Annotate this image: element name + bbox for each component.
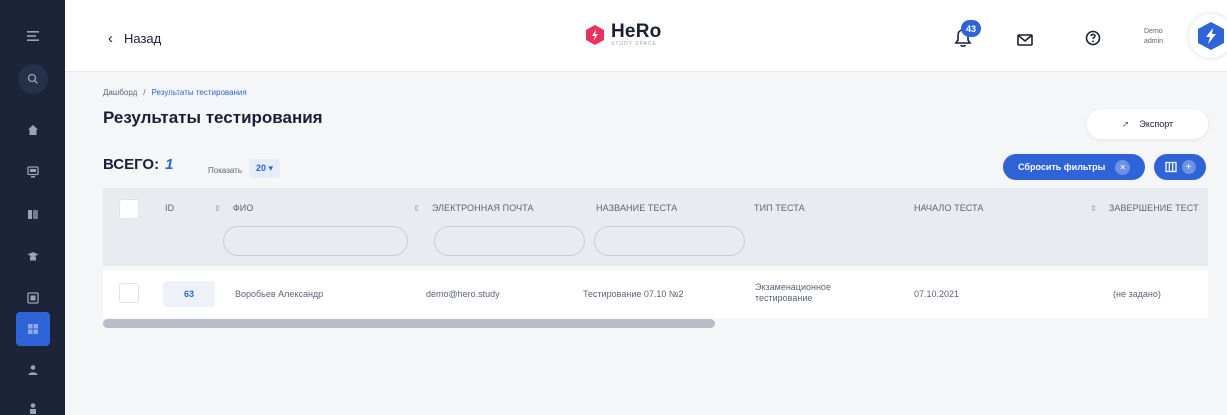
user-name-line2: admin xyxy=(1144,38,1164,45)
sort-icon: ⇕ xyxy=(413,204,420,213)
page-size-control: Показать 20 ▾ xyxy=(208,159,281,178)
breadcrumb: Дашборд / Результаты тестирования xyxy=(103,88,247,97)
logo[interactable]: HeRo STUDY SPACE xyxy=(584,22,661,47)
row-id[interactable]: 63 xyxy=(163,281,215,307)
user-name-line1: Demo xyxy=(1144,28,1163,35)
column-header-email[interactable]: ⇕ ЭЛЕКТРОННАЯ ПОЧТА xyxy=(413,203,534,213)
row-test-name: Тестирование 07.10 №2 xyxy=(583,289,684,299)
table-header: ID ⇕ ФИО ⇕ ЭЛЕКТРОННАЯ ПОЧТА НАЗВАНИЕ ТЕСТ… xyxy=(103,188,1208,266)
top-header: ‹ Назад HeRo STUDY SPACE 43 Demo admin xyxy=(65,0,1227,72)
total-value: 1 xyxy=(165,156,174,173)
columns-icon xyxy=(1164,161,1177,173)
graduation-cap-icon[interactable] xyxy=(17,240,49,272)
help-icon[interactable] xyxy=(1084,29,1102,47)
page-size-value: 20 xyxy=(256,163,267,173)
row-test-type-line2: тестирование xyxy=(755,293,813,303)
user-name[interactable]: Demo admin xyxy=(1144,27,1163,47)
breadcrumb-separator: / xyxy=(143,88,146,97)
page-title: Результаты тестирования xyxy=(103,108,323,127)
chevron-left-icon: ‹ xyxy=(108,30,113,47)
reset-filters-button[interactable]: Сбросить фильтры ✕ xyxy=(1003,154,1145,180)
row-start: 07.10.2021 xyxy=(914,289,960,299)
filter-test-name-input[interactable] xyxy=(594,226,745,256)
filter-fio-input[interactable] xyxy=(223,226,408,256)
plus-icon: + xyxy=(1181,160,1196,174)
column-header-id[interactable]: ID xyxy=(165,203,174,213)
monitor-icon[interactable] xyxy=(17,156,49,188)
row-end: (не задано) xyxy=(1113,289,1161,299)
column-header-test-type[interactable]: ТИП ТЕСТА xyxy=(754,203,805,213)
row-test-type-line1: Экзаменационное xyxy=(755,282,831,292)
export-button[interactable]: ➚ Экспорт xyxy=(1087,109,1208,139)
column-header-fio[interactable]: ⇕ ФИО xyxy=(214,203,253,213)
test-icon[interactable] xyxy=(17,282,49,314)
mail-icon[interactable] xyxy=(1016,31,1034,49)
notification-badge: 43 xyxy=(961,20,981,37)
back-label: Назад xyxy=(124,31,162,46)
column-header-end[interactable]: ⇕ ЗАВЕРШЕНИЕ ТЕСТ xyxy=(1090,203,1199,213)
users-icon[interactable] xyxy=(17,354,49,386)
avatar[interactable] xyxy=(1189,14,1227,58)
row-email: demo@hero.study xyxy=(426,289,500,299)
show-label: Показать xyxy=(208,165,243,175)
home-icon[interactable] xyxy=(17,114,49,146)
caret-down-icon: ▾ xyxy=(268,163,274,173)
export-arrow-icon: ➚ xyxy=(1121,118,1130,129)
back-button[interactable]: ‹ Назад xyxy=(108,30,161,47)
sort-icon: ⇕ xyxy=(214,204,221,213)
breadcrumb-current: Результаты тестирования xyxy=(151,88,247,97)
results-icon[interactable] xyxy=(16,312,50,346)
logo-subtitle: STUDY SPACE xyxy=(611,41,657,47)
sort-icon: ⇕ xyxy=(1090,204,1097,213)
select-all-checkbox[interactable] xyxy=(119,199,139,219)
total-count: ВСЕГО: 1 xyxy=(103,156,173,173)
filter-email-input[interactable] xyxy=(434,226,585,256)
close-icon: ✕ xyxy=(1115,159,1131,175)
scrollbar-thumb[interactable] xyxy=(103,319,715,328)
reset-filters-label: Сбросить фильтры xyxy=(1018,162,1106,172)
columns-button[interactable]: + xyxy=(1154,154,1206,180)
search-icon[interactable] xyxy=(18,64,48,94)
logo-name: HeRo xyxy=(611,21,662,42)
books-icon[interactable] xyxy=(17,198,49,230)
sidebar xyxy=(0,0,65,415)
row-fio: Воробьев Александр xyxy=(235,289,324,299)
row-test-type: Экзаменационное тестирование xyxy=(755,282,831,304)
column-header-start[interactable]: НАЧАЛО ТЕСТА xyxy=(914,203,984,213)
logo-mark-icon xyxy=(586,24,604,45)
user-icon[interactable] xyxy=(17,392,49,415)
breadcrumb-root[interactable]: Дашборд xyxy=(103,88,137,97)
page-size-select[interactable]: 20 ▾ xyxy=(249,159,281,178)
total-label: ВСЕГО: xyxy=(103,156,160,173)
table-row[interactable]: 63 Воробьев Александр demo@hero.study Те… xyxy=(103,270,1208,318)
row-checkbox[interactable] xyxy=(119,283,139,303)
export-label: Экспорт xyxy=(1139,119,1174,129)
horizontal-scrollbar[interactable] xyxy=(103,318,1208,328)
menu-icon[interactable] xyxy=(17,20,49,52)
column-header-test-name[interactable]: НАЗВАНИЕ ТЕСТА xyxy=(596,203,677,213)
avatar-logo-icon xyxy=(1198,22,1224,50)
